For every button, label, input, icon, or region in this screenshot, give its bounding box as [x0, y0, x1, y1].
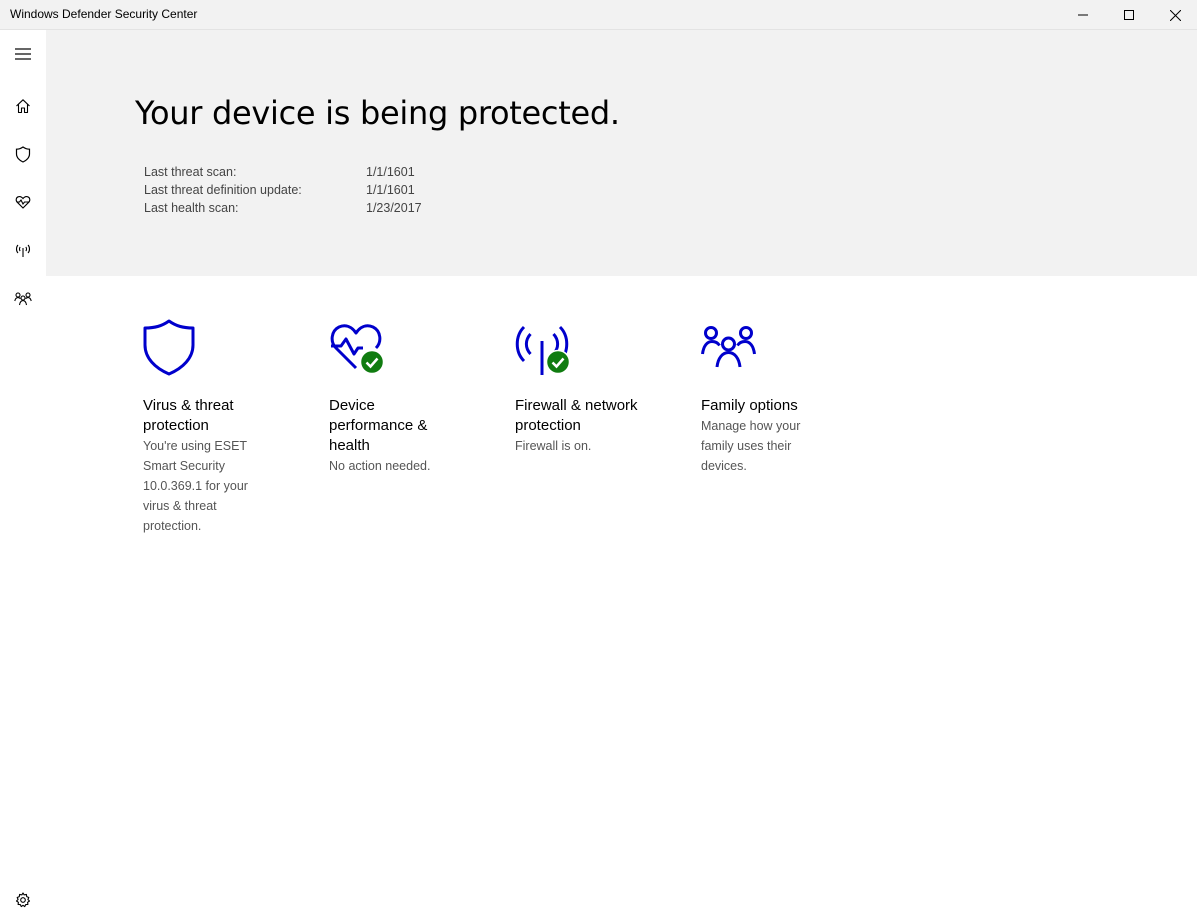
scan-value: 1/1/1601	[366, 165, 415, 179]
scan-label: Last threat definition update:	[144, 183, 302, 197]
family-icon	[701, 326, 756, 368]
scan-label: Last health scan:	[144, 201, 239, 215]
sidebar-item-device-health[interactable]	[0, 182, 46, 222]
gear-icon	[15, 892, 31, 908]
heart-health-icon	[330, 324, 385, 375]
tile-description: Firewall is on.	[515, 439, 592, 453]
sidebar-item-home[interactable]	[0, 86, 46, 126]
scan-row: Last threat scan: 1/1/1601	[144, 165, 544, 183]
window-title: Windows Defender Security Center	[10, 7, 198, 21]
antenna-network-icon	[515, 325, 571, 375]
tile-firewall-network-protection[interactable]: Firewall & network protection Firewall i…	[515, 318, 665, 456]
scan-row: Last threat definition update: 1/1/1601	[144, 183, 544, 201]
tile-title: Virus & threat protection	[143, 397, 234, 434]
close-icon	[1169, 9, 1181, 21]
sidebar-item-family[interactable]	[0, 278, 46, 318]
tile-title: Family options	[701, 397, 798, 414]
minimize-icon	[1078, 14, 1088, 16]
tile-title: Device performance & health	[329, 397, 428, 454]
tile-family-options[interactable]: Family options Manage how your family us…	[701, 318, 831, 476]
tile-device-performance-health[interactable]: Device performance & health No action ne…	[329, 318, 459, 476]
scan-value: 1/1/1601	[366, 183, 415, 197]
tile-icon	[515, 318, 665, 378]
tile-icon	[329, 318, 459, 378]
tile-icon	[701, 318, 831, 378]
scan-label: Last threat scan:	[144, 165, 237, 179]
home-icon	[16, 99, 30, 114]
tile-description: Manage how your family uses their device…	[701, 419, 801, 473]
checkmark-badge-icon	[359, 349, 385, 375]
maximize-button[interactable]	[1106, 0, 1152, 30]
heart-health-icon	[15, 196, 31, 209]
maximize-icon	[1124, 10, 1134, 20]
page-title: Your device is being protected.	[135, 94, 620, 132]
tile-virus-threat-protection[interactable]: Virus & threat protection You're using E…	[143, 318, 268, 536]
scan-status-table: Last threat scan: 1/1/1601 Last threat d…	[144, 165, 544, 219]
tile-title: Firewall & network protection	[515, 397, 638, 434]
tile-description: No action needed.	[329, 459, 431, 473]
hamburger-menu-icon	[15, 48, 31, 60]
antenna-network-icon	[15, 244, 31, 257]
sidebar-item-firewall[interactable]	[0, 230, 46, 270]
scan-value: 1/23/2017	[366, 201, 422, 215]
checkmark-badge-icon	[545, 349, 571, 375]
sidebar-item-virus-protection[interactable]	[0, 134, 46, 174]
hero-banner: Your device is being protected. Last thr…	[46, 30, 1197, 276]
sidebar-menu-button[interactable]	[0, 34, 46, 74]
shield-icon	[15, 145, 31, 163]
family-icon	[14, 291, 32, 305]
sidebar	[0, 30, 46, 915]
sidebar-item-settings[interactable]	[0, 880, 46, 920]
close-button[interactable]	[1152, 0, 1197, 30]
tile-icon	[143, 318, 268, 378]
title-bar: Windows Defender Security Center	[0, 0, 1197, 30]
minimize-button[interactable]	[1060, 0, 1106, 30]
tile-description: You're using ESET Smart Security 10.0.36…	[143, 439, 248, 533]
shield-icon	[143, 319, 195, 376]
scan-row: Last health scan: 1/23/2017	[144, 201, 544, 219]
